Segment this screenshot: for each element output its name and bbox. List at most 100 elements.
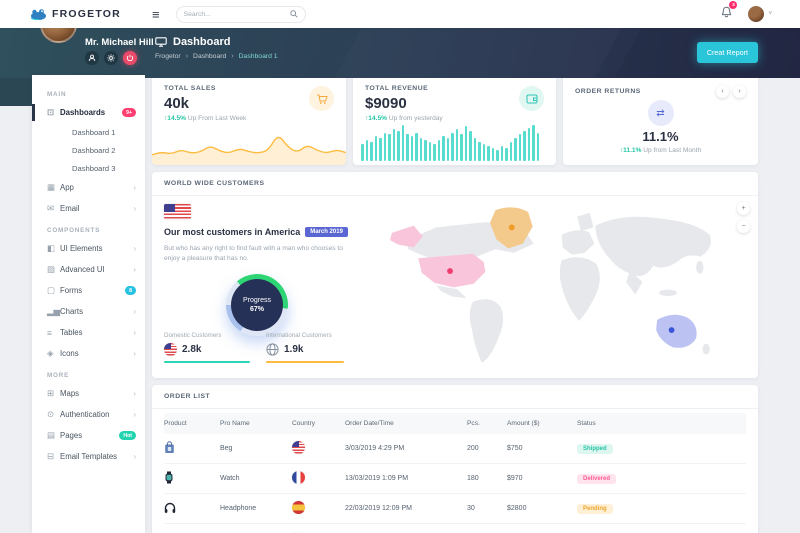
search-box[interactable] [176, 6, 306, 23]
sidebar-item-label: Charts [60, 307, 83, 316]
domestic-customers-stat: Domestic Customers 2.8k [164, 332, 252, 363]
sidebar-item-maps[interactable]: ⊞Maps› [32, 383, 145, 404]
sidebar-item-label: App [60, 183, 74, 192]
international-customers-label: International Customers [266, 332, 354, 339]
search-icon[interactable] [290, 10, 298, 18]
customers-card-title: WORLD WIDE CUSTOMERS [164, 180, 265, 187]
progress-label: Progress [243, 297, 271, 304]
order-date: 22/03/2019 12:09 PM [345, 505, 467, 512]
revenue-bar [478, 142, 481, 161]
international-customers-value: 1.9k [284, 344, 303, 355]
sidebar-item-app[interactable]: ▦App› [32, 177, 145, 198]
create-report-button[interactable]: Creat Report [697, 42, 758, 63]
revenue-bar [375, 136, 378, 161]
profile-button[interactable] [85, 51, 99, 65]
map-africa [560, 257, 600, 321]
revenue-bar [487, 146, 490, 161]
table-row[interactable]: Headphone22/03/2019 12:09 PM30$2800Pendi… [164, 494, 746, 524]
world-wide-customers-card: WORLD WIDE CUSTOMERS Our most customers … [152, 172, 758, 378]
date-badge: March 2019 [305, 227, 348, 237]
chevron-right-icon: › [133, 328, 136, 337]
chevron-right-icon: › [133, 183, 136, 192]
logout-button[interactable] [123, 51, 137, 65]
product-name: Watch [220, 475, 292, 482]
breadcrumb-item[interactable]: Dashboard 1 [239, 53, 278, 60]
sidebar-item-charts[interactable]: ▂▅Charts › [32, 301, 145, 322]
sidebar-item-label: Pages [60, 431, 82, 440]
map-marker-greenland [509, 225, 515, 231]
advanced-ui-icon: ▨ [47, 264, 60, 275]
email-icon: ✉ [47, 203, 60, 214]
sidebar-item-email[interactable]: ✉Email› [32, 198, 145, 219]
sidebar-item-label: Tables [60, 328, 83, 337]
international-customers-stat: International Customers 1.9k [266, 332, 354, 363]
table-row[interactable]: Purse14/03/2019 8:27 PM100$520Shipped [164, 524, 746, 533]
sidebar-item-icons[interactable]: ◈Icons› [32, 343, 145, 364]
sidebar-section-label: COMPONENTS [47, 227, 145, 234]
sidebar-subitem-dashboard-1[interactable]: Dashboard 1 [32, 123, 145, 141]
revenue-bar [433, 144, 436, 161]
search-input[interactable] [184, 11, 290, 18]
sidebar-item-tables[interactable]: ≡Tables › [32, 322, 145, 343]
progress-donut-chart: Progress 67% [226, 274, 288, 336]
brand-name: FROGETOR [52, 8, 121, 20]
table-row[interactable]: Watch13/03/2019 1:09 PM180$970Delivered [164, 464, 746, 494]
topbar-avatar[interactable] [748, 6, 764, 22]
map-new-zealand [702, 344, 709, 355]
product-name: Beg [220, 445, 292, 452]
revenue-bar [469, 131, 472, 161]
header-band-extension [0, 78, 33, 106]
sidebar-item-label: Dashboards [60, 108, 105, 117]
sidebar-item-dashboards[interactable]: ⊡Dashboards9+ [32, 102, 145, 123]
sidebar-item-label: Advanced UI [60, 265, 105, 274]
revenue-bar-chart [361, 123, 548, 161]
map-marker-australia [669, 327, 675, 333]
sidebar-badge: 9+ [122, 108, 136, 117]
carousel-prev-button[interactable]: ‹ [716, 85, 729, 98]
chevron-down-icon[interactable]: ˅ [768, 11, 772, 17]
column-header: Product [164, 420, 220, 427]
sidebar-item-advanced-ui[interactable]: ▨Advanced UI› [32, 259, 145, 280]
revenue-bar [393, 129, 396, 161]
order-returns-title: ORDER RETURNS [575, 88, 641, 95]
country-flag-icon [292, 501, 345, 516]
carousel-next-button[interactable]: › [733, 85, 746, 98]
order-amount: $2800 [507, 505, 577, 512]
sidebar-item-forms[interactable]: ▢Forms8 [32, 280, 145, 301]
total-sales-card: TOTAL SALES 40k ↑14.5% Up From Last Week [152, 75, 346, 165]
sidebar: MAIN⊡Dashboards9+Dashboard 1Dashboard 2D… [32, 75, 145, 533]
customers-headline: Our most customers in America [164, 227, 300, 237]
pages-icon: ▤ [47, 430, 60, 441]
sidebar-item-email-templates[interactable]: ⊟Email Templates› [32, 446, 145, 467]
order-date: 3/03/2019 4:29 PM [345, 445, 467, 452]
us-flag [164, 204, 191, 219]
breadcrumb-item[interactable]: Dashboard [193, 53, 226, 60]
table-row[interactable]: Beg3/03/2019 4:29 PM200$750Shipped [164, 434, 746, 464]
notifications-button[interactable]: 3 [721, 5, 732, 23]
country-flag-icon [292, 441, 345, 456]
breadcrumb-item[interactable]: Frogetor [155, 53, 181, 60]
hamburger-menu-icon[interactable]: ≡ [152, 8, 160, 21]
chevron-right-icon: › [133, 452, 136, 461]
chevron-right-icon: › [133, 307, 136, 316]
total-sales-title: TOTAL SALES [164, 85, 334, 92]
map-europe [562, 230, 595, 254]
settings-button[interactable] [104, 51, 118, 65]
customers-left-panel: Our most customers in America March 2019… [164, 204, 364, 336]
sidebar-subitem-dashboard-3[interactable]: Dashboard 3 [32, 159, 145, 177]
sidebar-subitem-dashboard-2[interactable]: Dashboard 2 [32, 141, 145, 159]
tables-icon: ≡ [47, 328, 60, 338]
sidebar-item-pages[interactable]: ▤PagesHot [32, 425, 145, 446]
map-zoom-out-button[interactable]: − [737, 220, 750, 233]
brand-logo[interactable]: FROGETOR [30, 8, 152, 20]
order-returns-card: ORDER RETURNS ‹ › ⇄ 11.1% ↑11.1% Up from… [563, 75, 758, 165]
sidebar-item-label: UI Elements [60, 244, 102, 253]
maps-icon: ⊞ [47, 388, 60, 399]
revenue-bar [397, 131, 400, 161]
sidebar-item-ui-elements[interactable]: ◧UI Elements› [32, 238, 145, 259]
charts-icon: ▂▅ [47, 306, 60, 317]
sidebar-item-authentication[interactable]: ⊙Authentication› [32, 404, 145, 425]
chevron-right-icon: › [133, 244, 136, 253]
status-cell: Pending [577, 504, 746, 514]
map-zoom-in-button[interactable]: + [737, 202, 750, 215]
